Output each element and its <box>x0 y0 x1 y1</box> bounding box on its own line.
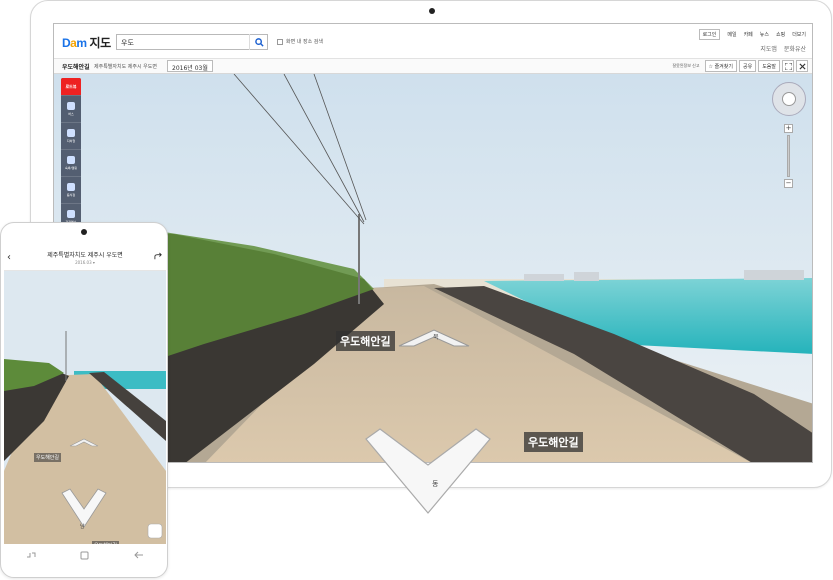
date-select[interactable]: 2016년 03월 <box>167 60 213 72</box>
report-link[interactable]: 잘못된정보 신고 <box>672 63 699 69</box>
mail-link[interactable]: 메일 <box>727 31 736 38</box>
mobile-roadview[interactable] <box>4 271 166 544</box>
search-in-map-checkbox[interactable]: 화면 내 장소 검색 <box>277 38 323 45</box>
place-address: 제주특별자치도 제주시 우도면 <box>94 64 157 70</box>
bus-icon <box>67 102 75 110</box>
search-icon <box>255 37 264 47</box>
mobile-phone: ‹ 제주특별자치도 제주시 우도면 2016.03 ▾ 우도해안길 우도해안길 … <box>0 222 168 578</box>
more-link[interactable]: 더보기 <box>792 31 806 38</box>
roadview-toggle[interactable]: 로드뷰 <box>61 78 81 95</box>
daum-logo[interactable]: Dam 지도 <box>62 34 111 51</box>
mobile-south-arrow-label: 남 <box>80 524 85 530</box>
mobile-screen: ‹ 제주특별자치도 제주시 우도면 2016.03 ▾ 우도해안길 우도해안길 … <box>4 243 166 566</box>
search-in-map-label: 화면 내 장소 검색 <box>286 39 323 45</box>
stage: Dam 지도 우도 화면 내 장소 검색 로그인 메일 카페 뉴스 쇼핑 더보기 … <box>0 0 833 580</box>
top-bar: Dam 지도 우도 화면 내 장소 검색 로그인 메일 카페 뉴스 쇼핑 더보기 … <box>54 24 812 59</box>
toolbar-lodging[interactable]: 숙박/캠핑 <box>61 149 81 176</box>
subway-icon <box>67 129 75 137</box>
mobile-road-label-top: 우도해안길 <box>34 453 62 462</box>
mobile-title: 제주특별자치도 제주시 우도면 <box>47 252 123 259</box>
roadview-actions: 잘못된정보 신고 ☆ 즐겨찾기 공유 도움말 <box>672 60 808 72</box>
toolbar-subway-label: 지하철 <box>66 139 76 143</box>
zoom-in-button[interactable]: + <box>784 124 793 133</box>
fullscreen-button[interactable] <box>782 60 794 72</box>
zoom-out-button[interactable]: − <box>784 179 793 188</box>
toolbar-subway[interactable]: 지하철 <box>61 122 81 149</box>
east-arrow-label: 동 <box>432 480 439 488</box>
top-links: 로그인 메일 카페 뉴스 쇼핑 더보기 <box>698 29 806 40</box>
zoom-slider[interactable] <box>787 135 790 177</box>
compass-center-icon[interactable] <box>782 92 796 106</box>
cafe-link[interactable]: 카페 <box>744 31 753 38</box>
road-label-left: 우도해안길 <box>336 331 395 351</box>
east-arrow[interactable] <box>362 425 494 517</box>
toolbar-restaurant[interactable]: 음식점 <box>61 176 81 203</box>
toolbar-bus-label: 버스 <box>68 112 74 116</box>
road-label-right: 우도해안길 <box>524 432 583 452</box>
android-nav-bar <box>4 544 166 566</box>
heritage-link[interactable]: 문화유산 <box>784 44 806 53</box>
map-app-link[interactable]: 지도앱 <box>760 44 777 53</box>
place-name: 우도해안길 <box>62 64 90 71</box>
roadview-bar: 우도해안길 제주특별자치도 제주시 우도면 2016년 03월 잘못된정보 신고… <box>54 59 812 74</box>
search-button[interactable] <box>249 34 269 50</box>
fullscreen-icon <box>784 62 792 70</box>
toolbar-bus[interactable]: 버스 <box>61 95 81 122</box>
toolbar-restaurant-label: 음식점 <box>66 193 76 197</box>
share-icon[interactable] <box>154 252 163 261</box>
left-toolbar: 로드뷰 버스 지하철 숙박/캠핑 음식점 관광명소 <box>61 78 81 233</box>
close-button[interactable] <box>796 60 808 72</box>
recent-apps-icon[interactable] <box>26 551 36 559</box>
sub-links: 지도앱 문화유산 <box>760 44 806 53</box>
restaurant-icon <box>67 183 75 191</box>
shopping-link[interactable]: 쇼핑 <box>776 31 785 38</box>
share-button[interactable]: 공유 <box>738 60 757 72</box>
mobile-header: ‹ 제주특별자치도 제주시 우도면 2016.03 ▾ <box>4 243 166 271</box>
home-icon[interactable] <box>80 551 89 560</box>
news-link[interactable]: 뉴스 <box>760 31 769 38</box>
lodging-icon <box>67 156 75 164</box>
logo-letter-m: m <box>76 36 87 50</box>
search-input[interactable]: 우도 <box>116 34 268 50</box>
close-icon <box>798 62 806 70</box>
favorite-button[interactable]: ☆ 즐겨찾기 <box>704 60 737 72</box>
back-nav-icon[interactable] <box>134 551 144 559</box>
mobile-date-select[interactable]: 2016.03 ▾ <box>4 260 166 265</box>
zoom-control: + − <box>784 124 793 196</box>
help-button[interactable]: 도움말 <box>758 60 780 72</box>
checkbox-box[interactable] <box>277 38 283 45</box>
compass-control[interactable] <box>772 82 806 116</box>
north-arrow-label: 북 <box>433 334 439 341</box>
logo-letter-d: D <box>62 36 71 50</box>
monitor-camera <box>429 8 435 14</box>
attraction-icon <box>67 210 75 218</box>
logo-service: 지도 <box>89 36 112 50</box>
login-link[interactable]: 로그인 <box>698 29 721 40</box>
toolbar-lodging-label: 숙박/캠핑 <box>64 166 78 170</box>
phone-camera <box>81 229 87 235</box>
